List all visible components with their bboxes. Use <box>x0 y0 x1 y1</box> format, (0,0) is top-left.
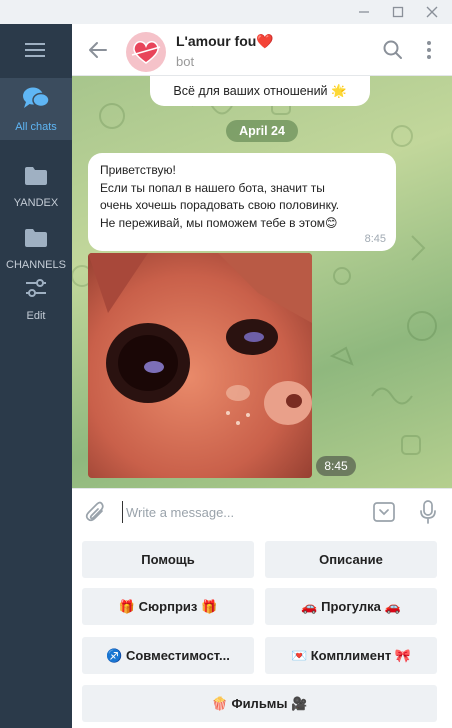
sidebar-item-label: All chats <box>15 120 57 133</box>
minimize-icon[interactable] <box>350 2 378 22</box>
sidebar-item-all-chats[interactable]: All chats <box>0 78 72 140</box>
chat-header: L'amour fou❤️ bot <box>72 24 452 76</box>
movies-button[interactable]: 🍿 Фильмы 🎥 <box>82 685 437 722</box>
compliment-button-label: 💌 Комплимент 🎀 <box>290 647 412 663</box>
search-icon[interactable] <box>382 39 404 61</box>
surprise-button[interactable]: 🎁 Сюрприз 🎁 <box>82 588 254 625</box>
bot-keyboard-toggle-icon[interactable] <box>372 500 396 524</box>
message-time: 8:45 <box>364 233 386 245</box>
more-options-icon[interactable] <box>418 39 440 61</box>
photo-time: 8:45 <box>316 456 356 476</box>
hamburger-icon[interactable] <box>0 24 72 76</box>
compatibility-button[interactable]: ♐️ Совместимост... <box>82 637 254 674</box>
message-text-line: Не переживай, мы поможем тебе в этом😊 <box>100 215 338 230</box>
message-text-line: Приветствую! <box>100 163 176 177</box>
folders-sidebar: All chats YANDEX CHANNELS Edit <box>0 24 72 728</box>
kitten-photo <box>88 253 312 478</box>
surprise-button-label: 🎁 Сюрприз 🎁 <box>118 598 218 614</box>
window-titlebar <box>0 0 452 24</box>
chat-title[interactable]: L'amour fou❤️ <box>176 33 274 50</box>
sliders-icon <box>24 277 48 304</box>
walk-button-label: 🚗 Прогулка 🚗 <box>301 598 401 614</box>
sidebar-item-label: YANDEX <box>13 196 59 209</box>
description-button-label: Описание <box>319 552 383 567</box>
message-input[interactable] <box>122 501 362 523</box>
microphone-icon[interactable] <box>416 499 440 525</box>
message-list[interactable]: Всё для ваших отношений 🌟 April 24 Приве… <box>72 76 452 488</box>
previous-message: Всё для ваших отношений 🌟 <box>150 76 370 106</box>
back-arrow-icon[interactable] <box>86 38 110 62</box>
bot-reply-keyboard: Помощь Описание 🎁 Сюрприз 🎁 🚗 Прогулка 🚗… <box>72 534 452 728</box>
help-button[interactable]: Помощь <box>82 541 254 578</box>
folder-icon <box>24 166 48 191</box>
chat-bubbles-icon <box>22 86 50 115</box>
date-separator: April 24 <box>226 120 298 142</box>
message-text-line: очень хочешь порадовать свою половинку. <box>100 198 340 212</box>
avatar[interactable] <box>126 32 166 72</box>
help-button-label: Помощь <box>141 552 195 567</box>
message-composer <box>72 488 452 534</box>
sidebar-item-yandex[interactable]: YANDEX <box>0 156 72 218</box>
sidebar-item-label: Edit <box>26 309 46 322</box>
description-button[interactable]: Описание <box>265 541 437 578</box>
heart-arrow-icon <box>131 41 161 64</box>
paperclip-icon[interactable] <box>84 500 108 524</box>
previous-message-text: Всё для ваших отношений 🌟 <box>173 83 347 98</box>
movies-button-label: 🍿 Фильмы 🎥 <box>211 695 308 711</box>
message-bubble[interactable]: Приветствую! Если ты попал в нашего бота… <box>88 153 396 251</box>
close-icon[interactable] <box>418 2 446 22</box>
message-text-line: Если ты попал в нашего бота, значит ты <box>100 180 325 195</box>
maximize-icon[interactable] <box>384 2 412 22</box>
walk-button[interactable]: 🚗 Прогулка 🚗 <box>265 588 437 625</box>
photo-message[interactable] <box>88 253 312 478</box>
chat-status: bot <box>176 54 195 69</box>
sidebar-item-edit[interactable]: Edit <box>0 268 72 330</box>
compliment-button[interactable]: 💌 Комплимент 🎀 <box>265 637 437 674</box>
compatibility-button-label: ♐️ Совместимост... <box>106 647 230 663</box>
folder-icon <box>24 228 48 253</box>
